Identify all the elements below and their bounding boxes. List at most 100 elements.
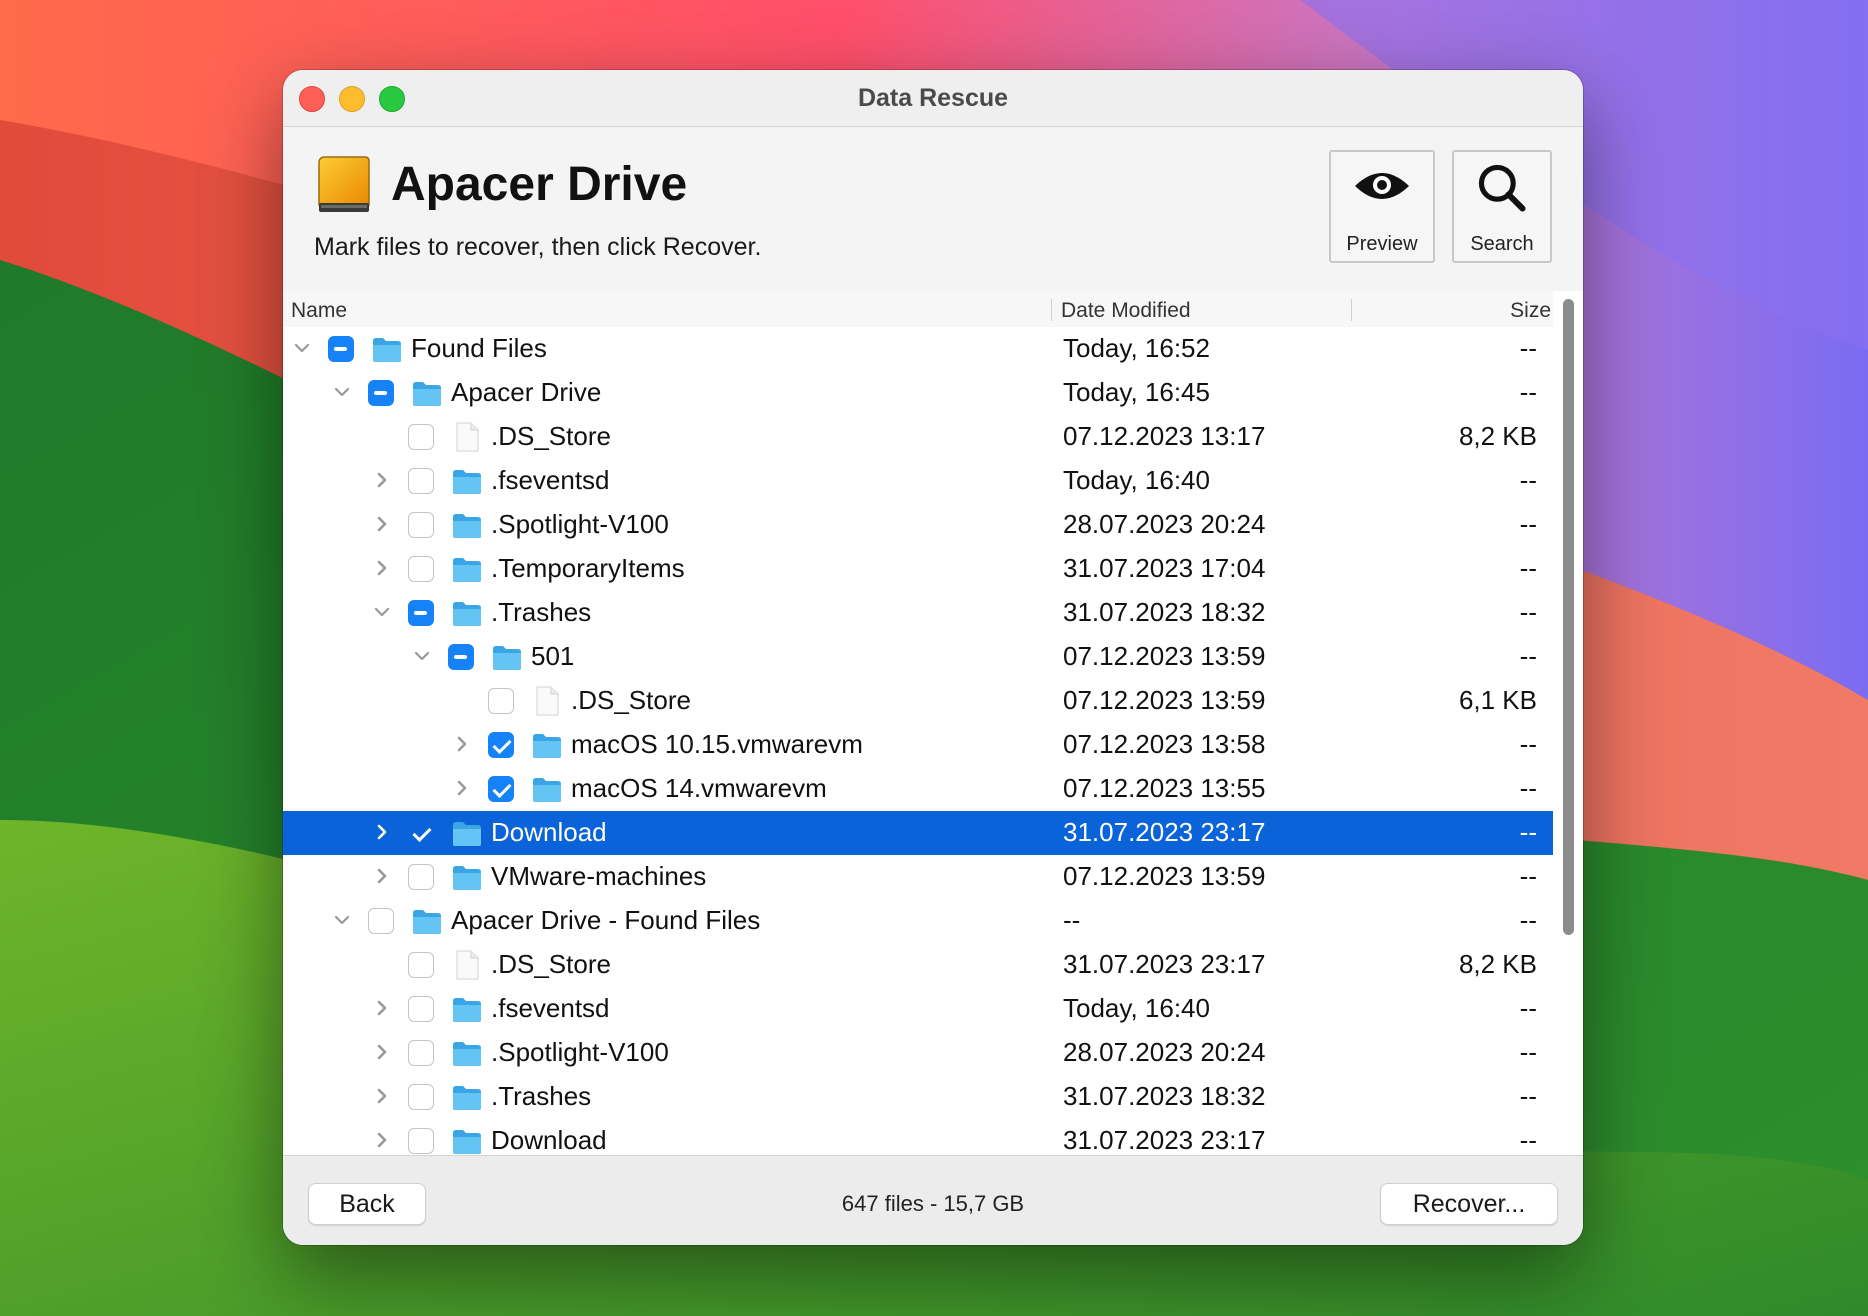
table-row[interactable]: .Trashes 31.07.2023 18:32 --	[283, 591, 1553, 635]
table-row[interactable]: .DS_Store 31.07.2023 23:17 8,2 KB	[283, 943, 1553, 987]
chevron-down-icon[interactable]	[291, 337, 313, 359]
row-name: macOS 10.15.vmwarevm	[571, 729, 863, 759]
row-date-modified: 28.07.2023 20:24	[1063, 509, 1266, 539]
vertical-scrollbar[interactable]	[1557, 297, 1579, 1217]
chevron-right-icon[interactable]	[371, 469, 393, 491]
row-date-modified: 07.12.2023 13:55	[1063, 773, 1266, 803]
row-checkbox[interactable]	[408, 556, 434, 582]
chevron-right-icon[interactable]	[371, 557, 393, 579]
row-checkbox[interactable]	[408, 1040, 434, 1066]
chevron-right-icon[interactable]	[371, 513, 393, 535]
row-checkbox[interactable]	[408, 952, 434, 978]
table-row[interactable]: Download 31.07.2023 23:17 --	[283, 811, 1553, 855]
file-tree[interactable]: Found Files Today, 16:52 -- Apacer Drive Tod…	[283, 327, 1553, 1225]
column-divider[interactable]	[1051, 299, 1052, 321]
chevron-down-icon[interactable]	[331, 381, 353, 403]
external-drive-icon	[315, 155, 371, 215]
folder-icon	[451, 510, 483, 540]
row-date-modified: Today, 16:52	[1063, 333, 1210, 363]
row-checkbox[interactable]	[408, 424, 434, 450]
table-row[interactable]: macOS 10.15.vmwarevm 07.12.2023 13:58 --	[283, 723, 1553, 767]
row-name: Found Files	[411, 333, 547, 363]
folder-icon	[451, 466, 483, 496]
row-date-modified: 07.12.2023 13:17	[1063, 421, 1266, 451]
table-row[interactable]: macOS 14.vmwarevm 07.12.2023 13:55 --	[283, 767, 1553, 811]
row-size: --	[1519, 1037, 1537, 1067]
window-title: Data Rescue	[857, 84, 1009, 112]
row-date-modified: Today, 16:45	[1063, 377, 1210, 407]
row-checkbox[interactable]	[408, 864, 434, 890]
row-size: --	[1519, 905, 1537, 935]
row-name: .fseventsd	[491, 993, 610, 1023]
row-checkbox[interactable]	[408, 1128, 434, 1154]
drive-title: Apacer Drive	[391, 158, 688, 211]
table-row[interactable]: Apacer Drive Today, 16:45 --	[283, 371, 1553, 415]
row-checkbox[interactable]	[368, 380, 394, 406]
chevron-right-icon[interactable]	[371, 1041, 393, 1063]
chevron-down-icon[interactable]	[411, 645, 433, 667]
row-name: .Trashes	[491, 597, 592, 627]
row-name: VMware-machines	[491, 861, 707, 891]
table-row[interactable]: .TemporaryItems 31.07.2023 17:04 --	[283, 547, 1553, 591]
chevron-down-icon[interactable]	[331, 909, 353, 931]
chevron-right-icon[interactable]	[451, 733, 473, 755]
row-checkbox[interactable]	[448, 644, 474, 670]
row-checkbox[interactable]	[408, 468, 434, 494]
folder-icon	[451, 994, 483, 1024]
row-size: 6,1 KB	[1458, 685, 1537, 715]
row-checkbox[interactable]	[408, 600, 434, 626]
folder-icon	[371, 334, 403, 364]
table-row[interactable]: Apacer Drive - Found Files -- --	[283, 899, 1553, 943]
row-size: 8,2 KB	[1458, 949, 1537, 979]
eye-icon	[1331, 166, 1433, 216]
folder-icon	[531, 774, 563, 804]
folder-icon	[451, 1126, 483, 1156]
row-date-modified: 31.07.2023 23:17	[1063, 817, 1266, 847]
folder-icon	[491, 642, 523, 672]
chevron-right-icon[interactable]	[371, 1129, 393, 1151]
chevron-right-icon[interactable]	[451, 777, 473, 799]
row-size: --	[1519, 861, 1537, 891]
row-checkbox[interactable]	[368, 908, 394, 934]
search-button[interactable]: Search	[1452, 150, 1552, 263]
chevron-right-icon[interactable]	[371, 821, 393, 843]
row-checkbox[interactable]	[408, 820, 434, 846]
row-size: --	[1519, 465, 1537, 495]
column-date-modified[interactable]: Date Modified	[1061, 299, 1191, 323]
recover-button[interactable]: Recover...	[1380, 1183, 1558, 1225]
table-row[interactable]: .Spotlight-V100 28.07.2023 20:24 --	[283, 503, 1553, 547]
row-checkbox[interactable]	[488, 688, 514, 714]
row-checkbox[interactable]	[408, 512, 434, 538]
chevron-right-icon[interactable]	[371, 1085, 393, 1107]
row-checkbox[interactable]	[488, 776, 514, 802]
row-date-modified: Today, 16:40	[1063, 993, 1210, 1023]
table-row[interactable]: .DS_Store 07.12.2023 13:59 6,1 KB	[283, 679, 1553, 723]
preview-button[interactable]: Preview	[1329, 150, 1435, 263]
table-row[interactable]: Found Files Today, 16:52 --	[283, 327, 1553, 371]
table-row[interactable]: .Spotlight-V100 28.07.2023 20:24 --	[283, 1031, 1553, 1075]
column-size[interactable]: Size	[1510, 299, 1551, 323]
scrollbar-thumb[interactable]	[1563, 299, 1574, 935]
table-row[interactable]: .DS_Store 07.12.2023 13:17 8,2 KB	[283, 415, 1553, 459]
row-checkbox[interactable]	[408, 996, 434, 1022]
row-checkbox[interactable]	[408, 1084, 434, 1110]
row-checkbox[interactable]	[488, 732, 514, 758]
chevron-down-icon[interactable]	[371, 601, 393, 623]
table-row[interactable]: VMware-machines 07.12.2023 13:59 --	[283, 855, 1553, 899]
table-row[interactable]: 501 07.12.2023 13:59 --	[283, 635, 1553, 679]
column-divider[interactable]	[1351, 299, 1352, 321]
folder-icon	[451, 554, 483, 584]
table-row[interactable]: .fseventsd Today, 16:40 --	[283, 459, 1553, 503]
row-size: --	[1519, 333, 1537, 363]
row-size: --	[1519, 1081, 1537, 1111]
column-name[interactable]: Name	[291, 299, 347, 323]
chevron-right-icon[interactable]	[371, 865, 393, 887]
search-label: Search	[1470, 233, 1534, 255]
folder-icon	[411, 906, 443, 936]
table-row[interactable]: .fseventsd Today, 16:40 --	[283, 987, 1553, 1031]
folder-icon	[451, 1082, 483, 1112]
chevron-right-icon[interactable]	[371, 997, 393, 1019]
row-checkbox[interactable]	[328, 336, 354, 362]
title-bar[interactable]: Data Rescue	[283, 70, 1583, 127]
table-row[interactable]: .Trashes 31.07.2023 18:32 --	[283, 1075, 1553, 1119]
